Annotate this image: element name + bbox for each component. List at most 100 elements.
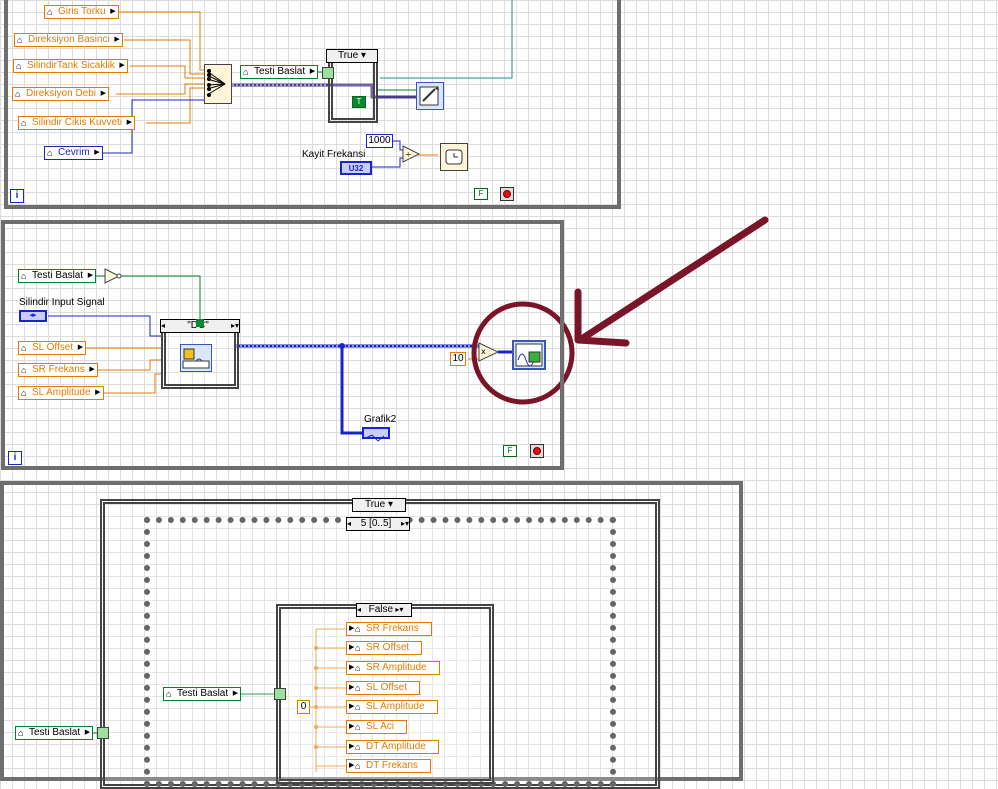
stop-condition-1[interactable] [500, 187, 514, 201]
house-icon: ⌂ [355, 761, 361, 771]
control-label: Direksiyon Debi [26, 88, 97, 99]
bundle-icon [206, 69, 226, 97]
divide-node[interactable]: ÷ [402, 145, 420, 163]
outer-case-selector[interactable]: True ▾ [352, 498, 406, 512]
house-icon: ⌂ [47, 148, 53, 158]
control-label: SR Frekans [32, 364, 85, 375]
house-icon: ⌂ [21, 118, 27, 128]
arrow-right-icon: ▶ [349, 723, 355, 730]
simulate-signal-icon [182, 348, 210, 369]
case-structure-1 [328, 56, 378, 123]
control-label: SL Amplitude [366, 701, 425, 712]
local-sr-frekans-write[interactable]: ▶ ⌂ SR Frekans [346, 622, 432, 636]
house-icon: ⌂ [355, 643, 361, 653]
house-icon: ⌂ [21, 271, 27, 281]
write-file-icon [419, 86, 439, 106]
local-silindir-cikis-kuvveti[interactable]: ⌂ Silindir Cikis Kuvveti ▶ [18, 116, 136, 130]
house-icon: ⌂ [16, 61, 22, 71]
svg-text:x: x [481, 347, 486, 356]
silindir-input-signal-label: Silindir Input Signal [19, 297, 105, 308]
local-testi-baslat-2[interactable]: ⌂ Testi Baslat ▶ [18, 269, 97, 283]
wait-ms-vi[interactable] [440, 143, 468, 171]
local-sl-offset-write[interactable]: ▶ ⌂ SL Offset [346, 681, 421, 695]
not-node[interactable] [104, 268, 122, 284]
local-dt-amplitude-write[interactable]: ▶ ⌂ DT Amplitude [346, 740, 439, 754]
multiply-node[interactable]: x [478, 342, 500, 362]
daq-write-icon [515, 343, 543, 367]
stop-icon [503, 190, 511, 198]
case-output-terminal [196, 319, 204, 327]
control-label: DT Amplitude [366, 741, 426, 752]
control-label: DT Frekans [366, 760, 419, 771]
house-icon: ⌂ [15, 89, 21, 99]
house-icon: ⌂ [166, 689, 172, 699]
daq-write-vi[interactable] [512, 340, 546, 370]
control-label: Testi Baslat [32, 270, 84, 281]
local-sr-frekans[interactable]: ⌂ SR Frekans ▶ [18, 363, 98, 377]
local-sr-amplitude-write[interactable]: ▶ ⌂ SR Amplitude [346, 661, 440, 675]
case-selector-1[interactable]: True ▾ [326, 49, 378, 63]
local-sl-amplitude-write[interactable]: ▶ ⌂ SL Amplitude [346, 700, 438, 714]
arrow-right-icon: ▶ [349, 625, 355, 632]
local-testi-baslat-inner[interactable]: ⌂ Testi Baslat ▶ [163, 687, 242, 701]
local-giris-torku[interactable]: ⌂ Giris Torku ▶ [44, 5, 119, 19]
local-direksiyon-debi[interactable]: ⌂ Direksiyon Debi ▶ [12, 87, 110, 101]
local-testi-baslat-1[interactable]: ⌂ Testi Baslat ▶ [240, 65, 319, 79]
arrow-right-icon: ▶ [349, 743, 355, 750]
house-icon: ⌂ [355, 683, 361, 693]
silindir-input-signal-control[interactable]: ◂▸ [19, 310, 47, 322]
house-icon: ⌂ [21, 343, 27, 353]
house-icon: ⌂ [17, 35, 23, 45]
control-label: SR Frekans [366, 623, 419, 634]
house-icon: ⌂ [243, 67, 249, 77]
arrow-right-icon: ▶ [77, 344, 84, 351]
const-10[interactable]: 10 [450, 352, 466, 366]
control-label: SL Aci [366, 721, 394, 732]
house-icon: ⌂ [355, 702, 361, 712]
local-dt-frekans-write[interactable]: ▶ ⌂ DT Frekans [346, 759, 432, 773]
house-icon: ⌂ [355, 663, 361, 673]
local-direksiyon-basinci[interactable]: ⌂ Direksiyon Basinci ▶ [14, 33, 123, 47]
wait-ms-icon [445, 149, 463, 165]
arrow-right-icon: ▶ [110, 8, 116, 15]
const-0[interactable]: 0 [297, 700, 310, 714]
house-icon: ⌂ [355, 742, 361, 752]
const-1000[interactable]: 1000 [366, 134, 393, 148]
house-icon: ⌂ [18, 728, 24, 738]
local-silindirtank-sicaklik[interactable]: ⌂ SilindirTank Sicaklik ▶ [13, 59, 128, 73]
arrow-right-icon: ▶ [349, 644, 355, 651]
control-label: SR Offset [366, 642, 410, 653]
false-constant-2: F [503, 445, 517, 457]
case-selector-terminal [322, 67, 334, 79]
stop-condition-2[interactable] [530, 444, 544, 458]
grafik2-indicator[interactable] [362, 427, 390, 442]
house-icon: ⌂ [355, 624, 361, 634]
control-label: SL Offset [32, 342, 74, 353]
arrow-right-icon: ▶ [94, 149, 100, 156]
control-label: SL Offset [366, 682, 408, 693]
inner-case-selector[interactable]: ◂ False ▸▾ [356, 603, 412, 617]
simulate-signal-vi[interactable] [180, 344, 212, 372]
house-icon: ⌂ [21, 365, 27, 375]
false-constant-1: F [474, 188, 488, 200]
house-icon: ⌂ [355, 722, 361, 732]
sequence-selector[interactable]: ◂ 5 [0..5] ▸▾ [346, 517, 410, 531]
arrow-right-icon: ▶ [100, 90, 107, 97]
local-sl-offset[interactable]: ⌂ SL Offset ▶ [18, 341, 87, 355]
local-cevrim[interactable]: ⌂ Cevrim ▶ [44, 146, 103, 160]
local-sl-amplitude[interactable]: ⌂ SL Amplitude ▶ [18, 386, 104, 400]
arrow-right-icon: ▶ [87, 272, 94, 279]
control-label: Testi Baslat [29, 727, 81, 738]
local-testi-baslat-outer[interactable]: ⌂ Testi Baslat ▶ [15, 726, 94, 740]
control-label: Testi Baslat [254, 66, 306, 77]
house-icon: ⌂ [21, 388, 27, 398]
local-sr-offset-write[interactable]: ▶ ⌂ SR Offset [346, 641, 423, 655]
control-label: Direksiyon Basinci [28, 34, 110, 45]
u32-control[interactable]: U32 [340, 161, 372, 175]
control-label: Giris Torku [58, 6, 106, 17]
arrow-right-icon: ▶ [349, 684, 355, 691]
house-icon: ⌂ [47, 7, 53, 17]
local-sl-aci-write[interactable]: ▶ ⌂ SL Aci [346, 720, 407, 734]
bundle-node[interactable] [204, 64, 232, 104]
write-file-vi[interactable] [416, 82, 444, 110]
